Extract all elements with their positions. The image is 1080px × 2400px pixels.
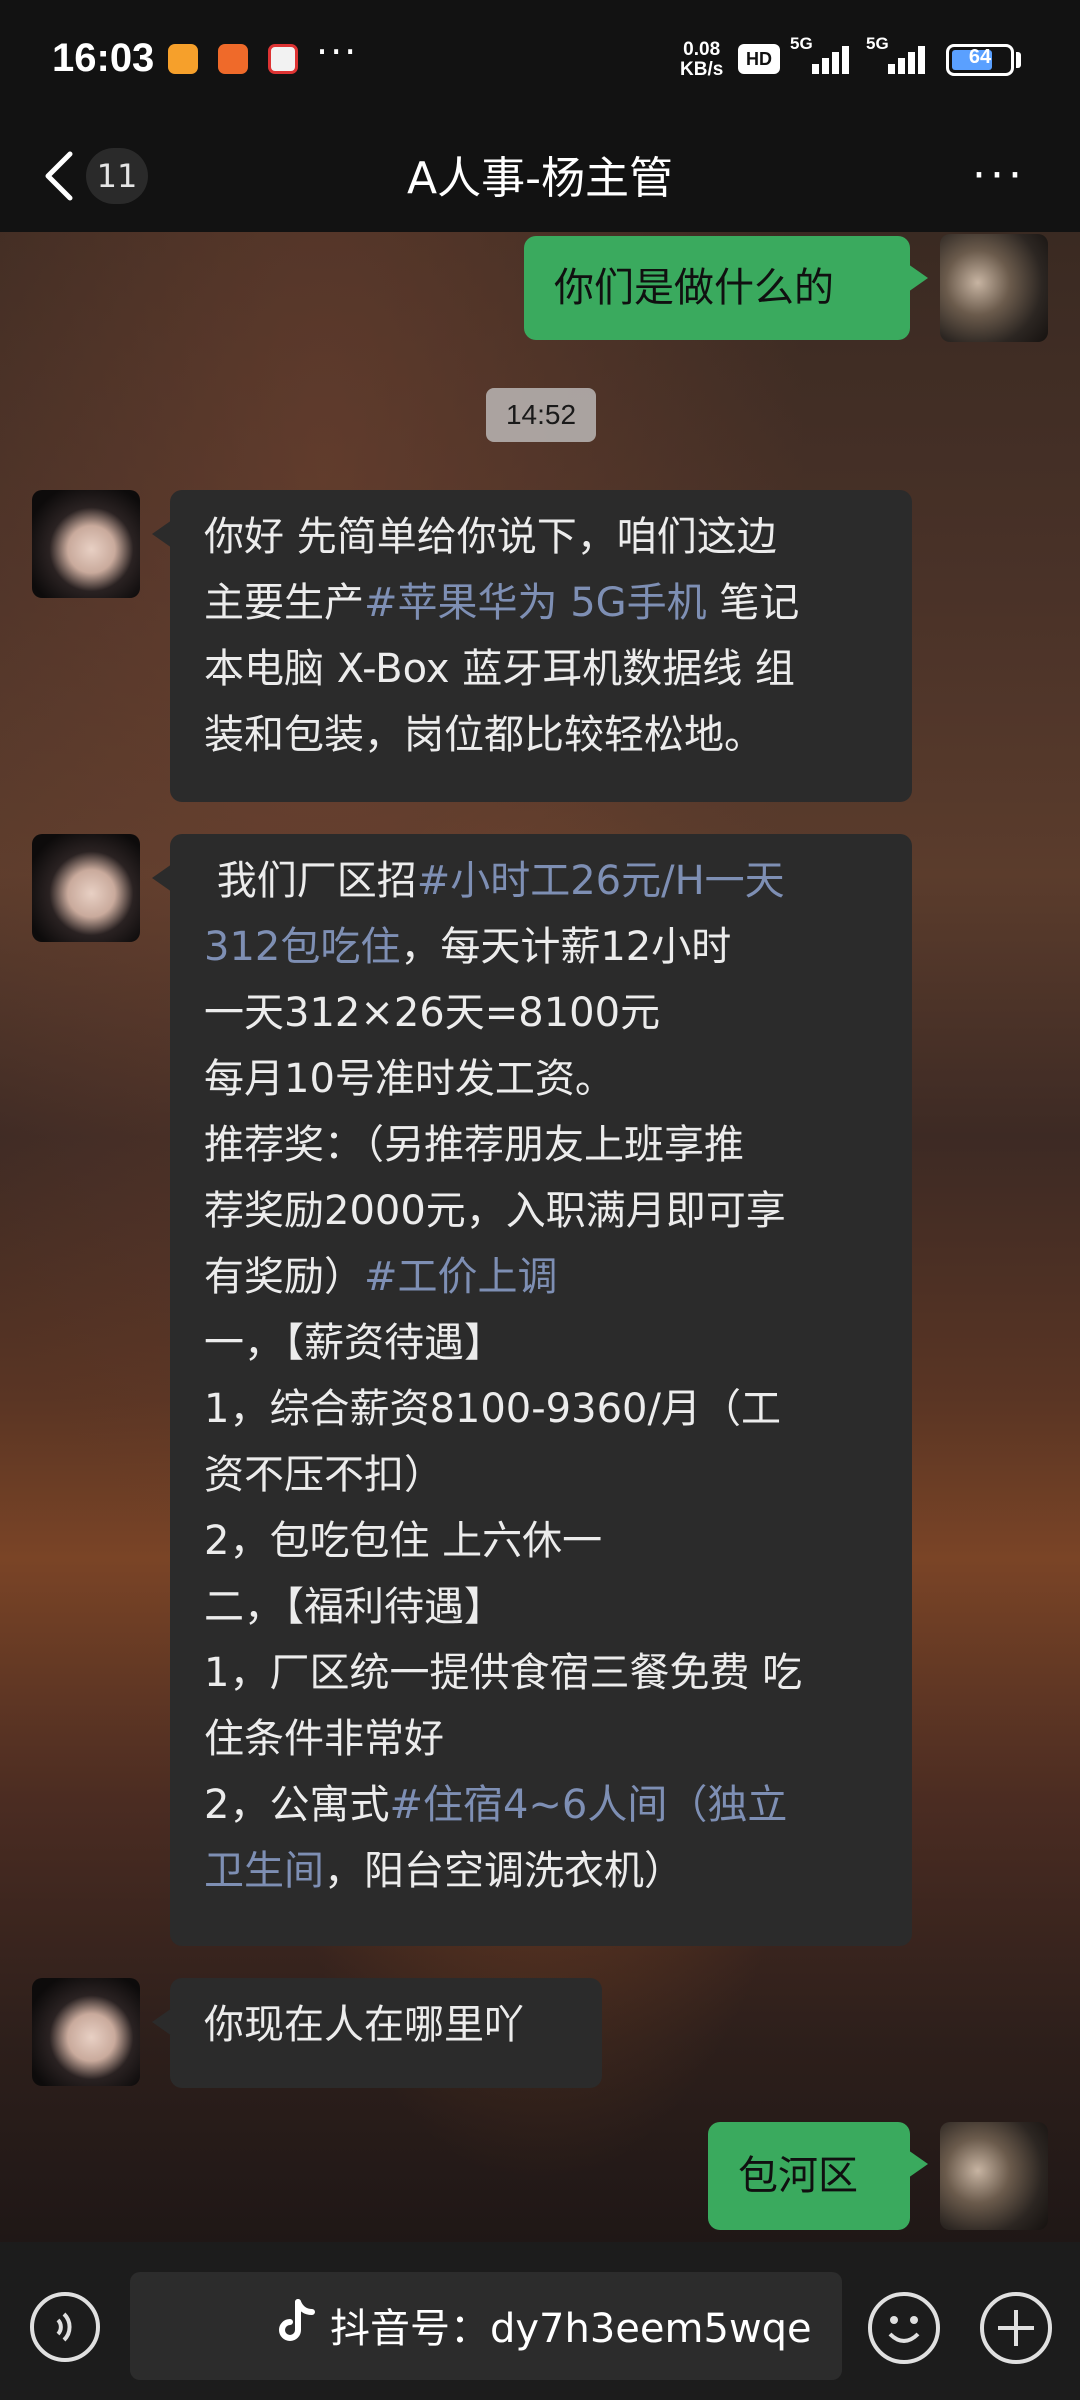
message-line: 本电脑 X-Box 蓝牙耳机数据线 组 [204,646,795,692]
emoji-icon[interactable] [868,2292,940,2364]
outgoing-message-bubble[interactable]: 你们是做什么的 [524,236,928,340]
message-line: 1，厂区统一提供食宿三餐免费 吃 [204,1650,803,1696]
message-line: 住条件非常好 [204,1716,444,1762]
message-text: 你们是做什么的 [554,265,834,311]
my-avatar[interactable] [940,234,1048,342]
message-line: 312包吃住，每天计薪12小时 [204,924,732,970]
message-line: 每月10号准时发工资。 [204,1056,615,1102]
incoming-message-bubble[interactable]: 你好 先简单给你说下，咱们这边 主要生产#苹果华为 5G手机 笔记 本电脑 X-… [152,490,912,802]
incoming-message-bubble[interactable]: 我们厂区招#小时工26元/H一天 312包吃住，每天计薪12小时 一天312×2… [152,834,912,1946]
battery-icon: 64 [946,44,1014,76]
message-line: 二，【福利待遇】 [204,1584,504,1630]
battery-tip [1016,52,1021,68]
hd-icon: HD [738,44,780,74]
message-line: 我们厂区招#小时工26元/H一天 [204,858,785,904]
message-line: 2，包吃包住 上六休一 [204,1518,603,1564]
my-avatar[interactable] [940,2122,1048,2230]
message-text: 包河区 [738,2153,858,2199]
message-line: 荐奖励2000元，入职满月即可享 [204,1188,786,1234]
voice-input-icon[interactable] [30,2292,100,2362]
chat-header: 11 A人事-杨主管 ··· [0,120,1080,232]
more-notifications-icon: ··· [316,30,359,74]
app-notification-icon [168,44,198,74]
status-bar: 16:03 ··· 0.08 KB/s HD 5G 5G 64 [0,0,1080,120]
message-line: 你现在人在哪里吖 [204,2002,524,2048]
contact-avatar[interactable] [32,490,140,598]
hashtag-link[interactable]: #小时工26元/H一天 [417,858,785,904]
hashtag-link[interactable]: #苹果华为 5G手机 [364,580,707,626]
contact-avatar[interactable] [32,1978,140,2086]
message-line: 一天312×26天=8100元 [204,990,661,1036]
app-notification-icon [218,44,248,74]
hashtag-link[interactable]: 312包吃住 [204,924,400,970]
network-speed: 0.08 KB/s [680,39,724,80]
more-options-icon[interactable]: ··· [972,150,1026,201]
message-line: 装和包装，岗位都比较轻松地。 [204,712,764,758]
signal-icon: 5G [790,34,870,78]
hashtag-link[interactable]: #住宿4~6人间（独立 [389,1782,787,1828]
watermark-text: 抖音号：dy7h3eem5wqe [330,2306,812,2352]
message-line: 主要生产#苹果华为 5G手机 笔记 [204,580,800,626]
hashtag-link[interactable]: #工价上调 [364,1254,558,1300]
message-line: 1，综合薪资8100-9360/月（工 [204,1386,781,1432]
outgoing-message-bubble[interactable]: 包河区 [708,2122,928,2230]
hashtag-link[interactable]: 卫生间 [204,1848,324,1894]
message-timestamp: 14:52 [486,388,596,442]
message-line: 你好 先简单给你说下，咱们这边 [204,514,777,560]
clock: 16:03 [52,36,155,80]
signal-icon: 5G [866,34,946,78]
message-line: 推荐奖：（另推荐朋友上班享推 [204,1122,744,1168]
message-line: 一，【薪资待遇】 [204,1320,504,1366]
message-line: 有奖励）#工价上调 [204,1254,558,1300]
message-line: 资不压不扣） [204,1452,444,1498]
message-line: 卫生间，阳台空调洗衣机） [204,1848,684,1894]
contact-avatar[interactable] [32,834,140,942]
message-line: 2，公寓式#住宿4~6人间（独立 [204,1782,788,1828]
plus-icon[interactable] [980,2292,1052,2364]
incoming-message-bubble[interactable]: 你现在人在哪里吖 [152,1978,602,2088]
chat-title: A人事-杨主管 [407,153,673,204]
tiktok-logo-icon [279,2299,315,2341]
app-notification-icon [268,44,298,74]
